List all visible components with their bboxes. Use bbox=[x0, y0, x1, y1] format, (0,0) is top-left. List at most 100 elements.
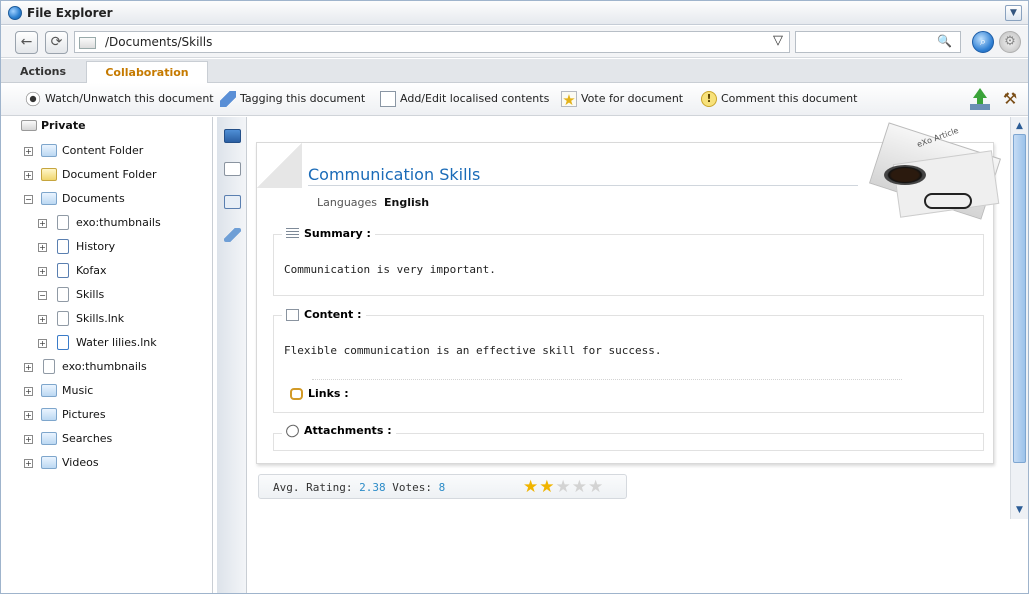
file-icon bbox=[57, 287, 69, 302]
watch-button[interactable]: Watch/Unwatch this document bbox=[25, 91, 214, 107]
expand-icon[interactable]: + bbox=[24, 411, 33, 420]
tree-item-label: Skills.lnk bbox=[76, 312, 125, 325]
tab-collaboration[interactable]: Collaboration bbox=[86, 61, 208, 83]
tree-root-label: Private bbox=[41, 119, 86, 132]
star-2-icon[interactable]: ★ bbox=[539, 477, 555, 497]
document-view: Communication Skills Languages English e… bbox=[248, 117, 1010, 593]
settings-gear-icon[interactable]: ⚙ bbox=[999, 31, 1021, 53]
content-text: Flexible communication is an effective s… bbox=[284, 344, 662, 357]
tree-item-label: Pictures bbox=[62, 408, 106, 421]
votes-label: Votes: bbox=[392, 481, 432, 494]
folder-icon bbox=[41, 384, 57, 397]
folder-icon bbox=[41, 456, 57, 469]
paperclip-icon bbox=[283, 422, 302, 440]
tree-item-label: Kofax bbox=[76, 264, 107, 277]
title-divider bbox=[308, 185, 858, 186]
expand-icon[interactable]: + bbox=[24, 363, 33, 372]
tools-icon[interactable]: ⚒ bbox=[999, 88, 1021, 110]
expand-icon[interactable]: + bbox=[38, 219, 47, 228]
tree-item-label: Content Folder bbox=[62, 144, 144, 157]
star-1-icon[interactable]: ★ bbox=[523, 477, 539, 497]
attachments-heading: Attachments : bbox=[282, 422, 396, 440]
attachments-label: Attachments : bbox=[304, 424, 392, 437]
vertical-scrollbar[interactable]: ▲ ▼ bbox=[1010, 117, 1028, 519]
avg-rating-value: 2.38 bbox=[359, 481, 386, 494]
folder-tree-panel: Private + Content Folder + Document Fold… bbox=[1, 117, 213, 593]
globe-icon bbox=[8, 6, 22, 20]
expand-icon[interactable]: + bbox=[38, 267, 47, 276]
file-explorer-window: File Explorer ▼ ← ⟳ /Documents/Skills ▽ … bbox=[0, 0, 1029, 594]
star-rating[interactable]: ★★★★★ bbox=[523, 477, 604, 497]
localise-button[interactable]: Add/Edit localised contents bbox=[380, 91, 549, 107]
collapse-icon[interactable]: − bbox=[38, 291, 47, 300]
article-illustration: eXo Article bbox=[866, 122, 1004, 229]
content-icon bbox=[286, 309, 299, 321]
expand-icon[interactable]: + bbox=[24, 435, 33, 444]
attachments-section: Attachments : bbox=[273, 422, 984, 451]
tree-item-label: Skills bbox=[76, 288, 105, 301]
tab-bar: Actions Collaboration bbox=[1, 59, 1028, 83]
vote-button[interactable]: ★ Vote for document bbox=[561, 91, 683, 109]
expand-icon[interactable]: + bbox=[24, 459, 33, 468]
upload-icon[interactable] bbox=[969, 88, 991, 110]
tag-icon bbox=[220, 91, 236, 107]
chevron-down-icon[interactable]: ▽ bbox=[773, 33, 783, 48]
address-field[interactable]: /Documents/Skills ▽ bbox=[74, 31, 790, 53]
window-title: File Explorer bbox=[27, 6, 113, 20]
vote-star-icon: ★ bbox=[561, 91, 577, 109]
tag-view-icon[interactable] bbox=[224, 228, 241, 242]
view-switcher-strip bbox=[217, 117, 247, 593]
list-view-icon[interactable] bbox=[224, 129, 241, 143]
clipboard-view-icon[interactable] bbox=[224, 195, 241, 209]
star-5-icon[interactable]: ★ bbox=[588, 477, 604, 497]
article-card: Communication Skills Languages English e… bbox=[256, 122, 1002, 464]
tree-item-label: Documents bbox=[62, 192, 125, 205]
folder-icon bbox=[41, 432, 57, 445]
expand-icon[interactable]: + bbox=[24, 147, 33, 156]
scroll-up-icon[interactable]: ▲ bbox=[1012, 119, 1027, 133]
search-input[interactable]: 🔍 bbox=[795, 31, 961, 53]
link-file-icon bbox=[57, 311, 69, 326]
folder-icon bbox=[41, 168, 57, 181]
comment-button[interactable]: ! Comment this document bbox=[701, 91, 857, 107]
expand-icon[interactable]: + bbox=[38, 315, 47, 324]
language-value[interactable]: English bbox=[384, 196, 429, 209]
coffee-cup-shape bbox=[884, 165, 926, 185]
scroll-thumb[interactable] bbox=[1013, 134, 1026, 463]
scroll-down-icon[interactable]: ▼ bbox=[1012, 503, 1027, 517]
address-path: /Documents/Skills bbox=[105, 35, 213, 49]
tag-button[interactable]: Tagging this document bbox=[220, 91, 365, 107]
localise-label: Add/Edit localised contents bbox=[400, 92, 550, 105]
comment-label: Comment this document bbox=[721, 92, 858, 105]
star-4-icon[interactable]: ★ bbox=[572, 477, 588, 497]
rating-bar: Avg. Rating: 2.38 Votes: 8 ★★★★★ bbox=[258, 474, 627, 499]
links-divider bbox=[312, 379, 902, 380]
address-bar: ← ⟳ /Documents/Skills ▽ 🔍 ⌕ ⚙ bbox=[1, 26, 1028, 58]
expand-icon[interactable]: + bbox=[38, 339, 47, 348]
tree-item-label: Videos bbox=[62, 456, 99, 469]
avg-rating-label: Avg. Rating: bbox=[273, 481, 353, 494]
relation-view-icon[interactable] bbox=[224, 162, 241, 176]
content-section: Content : Flexible communication is an e… bbox=[273, 308, 984, 413]
tree-item-label: Searches bbox=[62, 432, 113, 445]
star-3-icon[interactable]: ★ bbox=[556, 477, 572, 497]
collapse-icon[interactable]: − bbox=[24, 195, 33, 204]
content-label: Content : bbox=[304, 308, 362, 321]
back-button[interactable]: ← bbox=[15, 31, 38, 54]
expand-icon[interactable]: + bbox=[24, 387, 33, 396]
eye-icon bbox=[25, 91, 41, 107]
search-button[interactable]: ⌕ bbox=[972, 31, 994, 53]
document-title: Communication Skills bbox=[308, 165, 481, 184]
expand-icon[interactable]: + bbox=[24, 171, 33, 180]
link-icon bbox=[290, 388, 303, 400]
tree-item-label: exo:thumbnails bbox=[62, 360, 147, 373]
rating-summary: Avg. Rating: 2.38 Votes: 8 bbox=[273, 481, 445, 494]
refresh-button[interactable]: ⟳ bbox=[45, 31, 68, 54]
tab-actions[interactable]: Actions bbox=[7, 61, 79, 83]
file-icon bbox=[57, 215, 69, 230]
window-menu-button[interactable]: ▼ bbox=[1005, 5, 1022, 21]
expand-icon[interactable]: + bbox=[38, 243, 47, 252]
tree-item-label: Document Folder bbox=[62, 168, 157, 181]
folder-open-icon bbox=[41, 192, 57, 205]
links-heading: Links : bbox=[286, 387, 353, 401]
